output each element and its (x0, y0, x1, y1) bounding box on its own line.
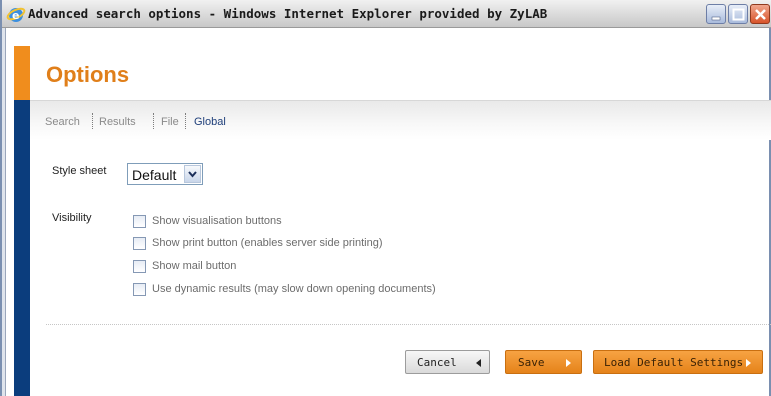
dropdown-arrow-button[interactable] (184, 165, 201, 183)
nav-separator (153, 113, 154, 129)
arrow-right-icon (746, 359, 751, 367)
nav-separator (185, 113, 186, 129)
minimize-button[interactable] (706, 4, 726, 24)
window-left-edge (2, 28, 6, 396)
visibility-label: Visibility (52, 212, 92, 224)
checkbox-label: Use dynamic results (may slow down openi… (152, 283, 436, 295)
load-default-settings-label: Load Default Settings (604, 356, 744, 369)
tab-global[interactable]: Global (194, 116, 226, 128)
show-visualisation-buttons-checkbox[interactable] (133, 215, 146, 228)
use-dynamic-results-checkbox[interactable] (133, 283, 146, 296)
checkbox-label: Show mail button (152, 260, 237, 272)
tab-navigation: Search Results File Global (30, 100, 771, 140)
close-button[interactable] (750, 4, 770, 24)
close-icon (755, 9, 766, 20)
minimize-icon (711, 16, 721, 21)
style-sheet-label: Style sheet (52, 165, 107, 177)
maximize-button[interactable] (728, 4, 748, 24)
svg-text:e: e (12, 9, 19, 22)
tab-search[interactable]: Search (45, 116, 80, 128)
tab-file[interactable]: File (161, 116, 179, 128)
checkbox-label: Show print button (enables server side p… (152, 237, 383, 249)
maximize-icon (732, 8, 745, 21)
page-title: Options (46, 62, 130, 87)
show-print-button-checkbox[interactable] (133, 237, 146, 250)
cancel-button[interactable]: Cancel (405, 350, 490, 374)
nav-separator (92, 113, 93, 129)
browser-window: e Advanced search options - Windows Inte… (0, 0, 771, 396)
tab-results[interactable]: Results (99, 116, 136, 128)
internet-explorer-icon: e (6, 4, 26, 24)
arrow-left-icon (476, 359, 481, 367)
orange-accent-bar (14, 46, 30, 100)
checkbox-label: Show visualisation buttons (152, 215, 282, 227)
save-button[interactable]: Save (505, 350, 582, 374)
save-button-label: Save (518, 356, 545, 369)
window-title: Advanced search options - Windows Intern… (28, 6, 548, 21)
style-sheet-selected-value: Default (132, 167, 177, 183)
show-mail-button-checkbox[interactable] (133, 260, 146, 273)
form-divider (46, 324, 771, 325)
load-default-settings-button[interactable]: Load Default Settings (593, 350, 763, 374)
chevron-down-icon (188, 171, 197, 178)
cancel-button-label: Cancel (417, 356, 457, 369)
blue-accent-bar (14, 100, 30, 396)
style-sheet-select[interactable]: Default (127, 163, 203, 185)
title-bar[interactable]: e Advanced search options - Windows Inte… (2, 0, 771, 28)
arrow-right-icon (566, 359, 571, 367)
